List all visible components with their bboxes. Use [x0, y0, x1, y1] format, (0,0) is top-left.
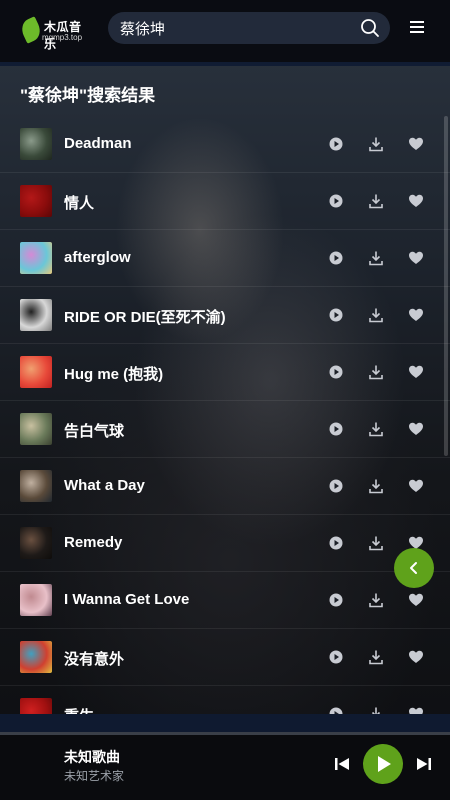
song-row[interactable]: Deadman [0, 116, 450, 173]
heart-icon[interactable] [408, 364, 424, 380]
song-title[interactable]: What a Day [64, 477, 145, 494]
player-bar: 未知歌曲 未知艺术家 [0, 735, 450, 800]
song-row[interactable]: Hug me (抱我) [0, 344, 450, 401]
download-icon[interactable] [368, 307, 384, 323]
search-input[interactable] [120, 12, 350, 44]
song-title[interactable]: 告白气球 [64, 420, 124, 441]
album-cover [20, 641, 52, 673]
logo-subtitle: mgmp3.top [42, 33, 83, 42]
play-circle-icon[interactable] [328, 535, 344, 551]
song-row[interactable]: 没有意外 [0, 629, 450, 686]
song-title[interactable]: Hug me (抱我) [64, 363, 163, 384]
player-bar-top [0, 714, 450, 732]
heart-icon[interactable] [408, 307, 424, 323]
download-icon[interactable] [368, 364, 384, 380]
header-divider [0, 62, 450, 66]
album-cover [20, 527, 52, 559]
play-circle-icon[interactable] [328, 421, 344, 437]
album-cover [20, 128, 52, 160]
heart-icon[interactable] [408, 478, 424, 494]
next-icon[interactable] [416, 756, 432, 772]
download-icon[interactable] [368, 136, 384, 152]
song-title[interactable]: RIDE OR DIE(至死不渝) [64, 306, 226, 327]
play-circle-icon[interactable] [328, 193, 344, 209]
download-icon[interactable] [368, 592, 384, 608]
album-cover [20, 242, 52, 274]
song-row[interactable]: afterglow [0, 230, 450, 287]
play-circle-icon[interactable] [328, 250, 344, 266]
song-title[interactable]: Remedy [64, 534, 122, 551]
play-circle-icon[interactable] [328, 592, 344, 608]
play-circle-icon[interactable] [328, 364, 344, 380]
search-results: "蔡徐坤"搜索结果 Deadman 情人 afterglow RIDE OR DIE(… [0, 66, 450, 730]
play-circle-icon[interactable] [328, 136, 344, 152]
heart-icon[interactable] [408, 193, 424, 209]
header: 木瓜音乐 mgmp3.top [0, 0, 450, 62]
download-icon[interactable] [368, 250, 384, 266]
album-cover [20, 413, 52, 445]
download-icon[interactable] [368, 421, 384, 437]
play-circle-icon[interactable] [328, 478, 344, 494]
song-title[interactable]: afterglow [64, 249, 131, 266]
song-row[interactable]: I Wanna Get Love [0, 572, 450, 629]
heart-icon[interactable] [408, 136, 424, 152]
song-row[interactable]: RIDE OR DIE(至死不渝) [0, 287, 450, 344]
download-icon[interactable] [368, 649, 384, 665]
heart-icon[interactable] [408, 592, 424, 608]
download-icon[interactable] [368, 478, 384, 494]
play-button[interactable] [363, 744, 403, 784]
previous-icon[interactable] [334, 756, 350, 772]
now-playing-artist: 未知艺术家 [64, 769, 125, 783]
album-cover [20, 356, 52, 388]
collapse-button[interactable] [394, 548, 434, 588]
search-bar [108, 12, 390, 44]
leaf-icon [18, 16, 44, 44]
search-icon[interactable] [360, 18, 380, 38]
song-row[interactable]: Remedy [0, 515, 450, 572]
album-cover [20, 470, 52, 502]
play-circle-icon[interactable] [328, 307, 344, 323]
album-cover [20, 299, 52, 331]
heart-icon[interactable] [408, 421, 424, 437]
download-icon[interactable] [368, 535, 384, 551]
album-cover [20, 185, 52, 217]
download-icon[interactable] [368, 193, 384, 209]
song-title[interactable]: Deadman [64, 135, 132, 152]
results-title: "蔡徐坤"搜索结果 [20, 86, 156, 105]
scrollbar[interactable] [444, 116, 448, 456]
heart-icon[interactable] [408, 250, 424, 266]
song-row[interactable]: 情人 [0, 173, 450, 230]
song-row[interactable]: What a Day [0, 458, 450, 515]
play-icon [378, 756, 391, 772]
heart-icon[interactable] [408, 649, 424, 665]
song-title[interactable]: 情人 [64, 192, 94, 213]
chevron-left-icon [410, 562, 417, 574]
album-cover [20, 584, 52, 616]
song-title[interactable]: 没有意外 [64, 648, 124, 669]
menu-icon[interactable] [410, 21, 426, 35]
app-logo[interactable]: 木瓜音乐 mgmp3.top [18, 16, 90, 51]
now-playing-title: 未知歌曲 [64, 749, 120, 765]
song-list: Deadman 情人 afterglow RIDE OR DIE(至死不渝) Hug m… [0, 116, 450, 730]
song-title[interactable]: I Wanna Get Love [64, 591, 189, 608]
play-circle-icon[interactable] [328, 649, 344, 665]
song-row[interactable]: 告白气球 [0, 401, 450, 458]
